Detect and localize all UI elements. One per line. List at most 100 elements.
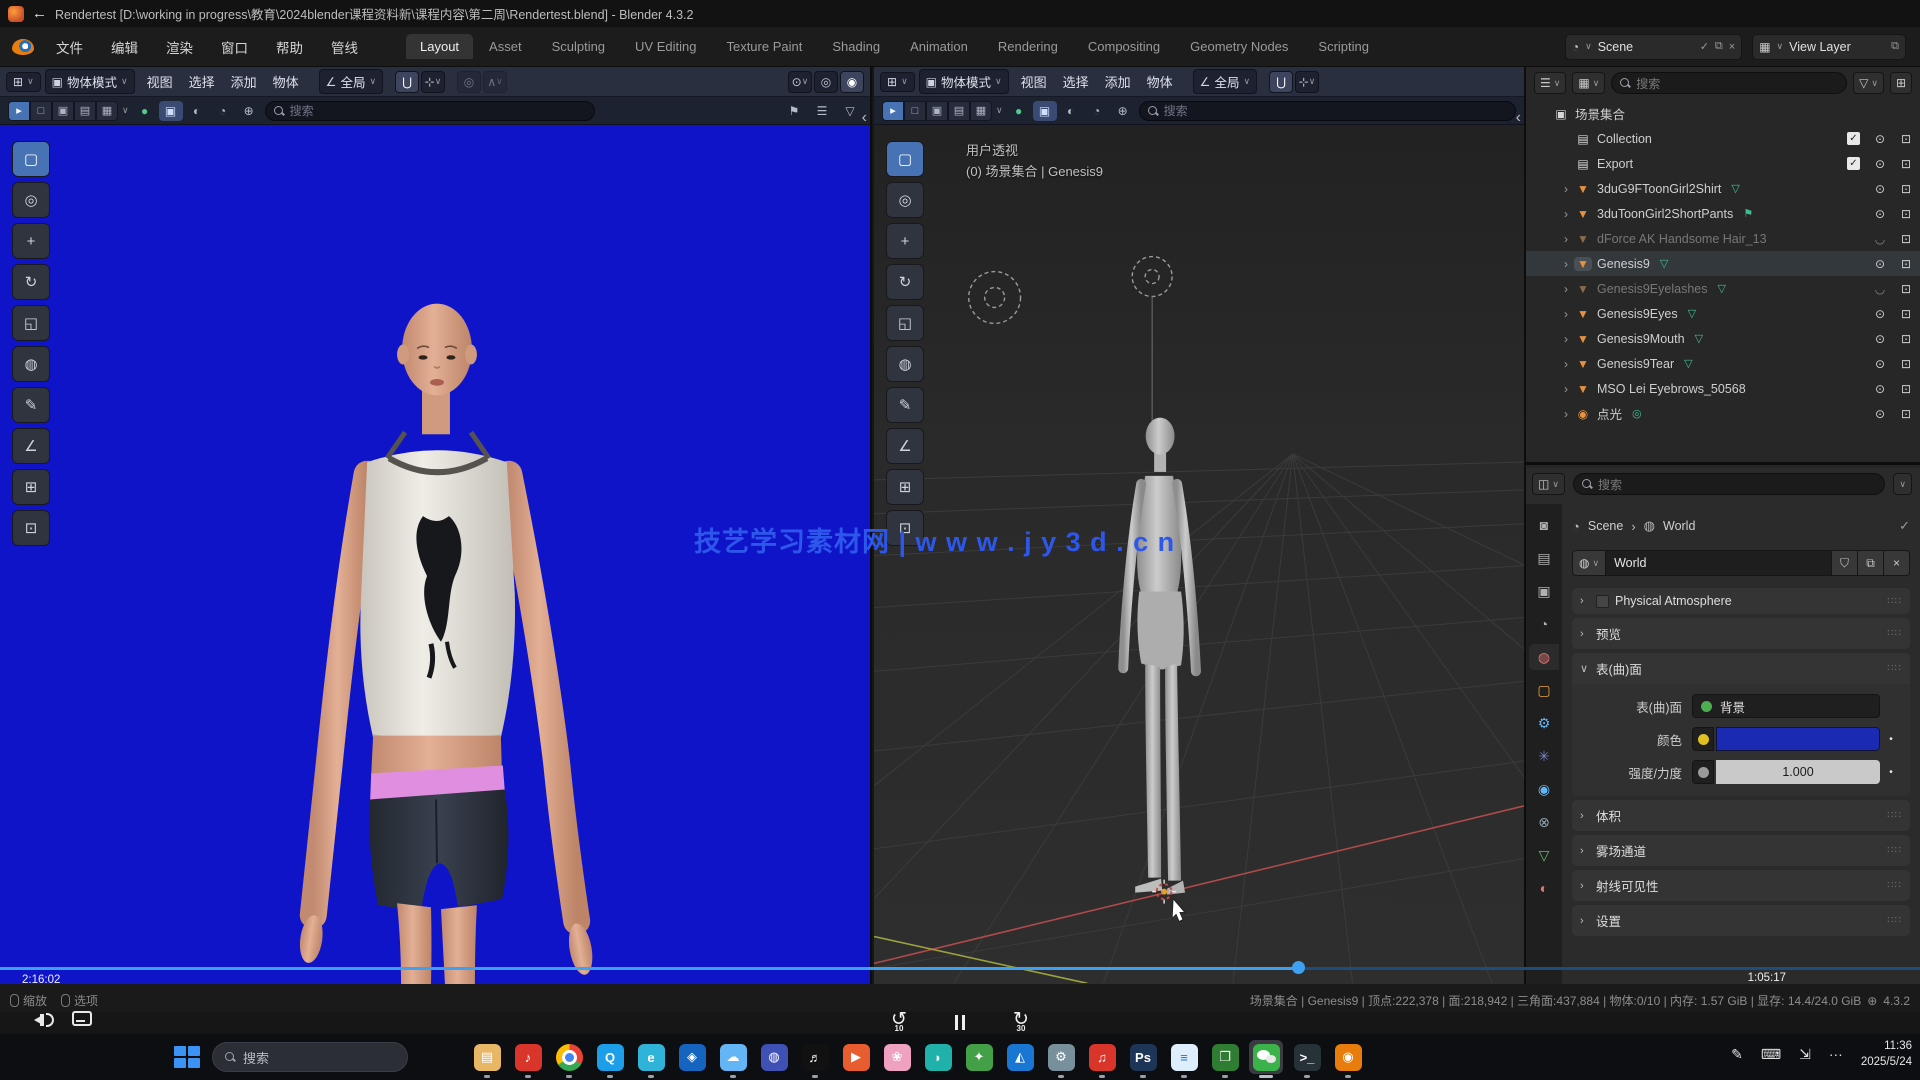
properties-tab-physics[interactable]: ◉	[1529, 776, 1559, 802]
strength-slider[interactable]: 1.000	[1716, 760, 1880, 784]
mode-dropdown[interactable]: ▣ 物体模式 ∨	[919, 69, 1009, 94]
color-swatch[interactable]	[1716, 727, 1880, 751]
scale-tool[interactable]: ◱	[12, 305, 50, 341]
panel-surface[interactable]: ∨ 表(曲)面 ∷∷	[1572, 653, 1910, 684]
surface-shader-field[interactable]: 背景	[1692, 694, 1880, 718]
hide-eye-icon[interactable]: ◡	[1872, 282, 1888, 296]
outliner-row[interactable]: › ▼ MSO Lei Eyebrows_50568 ⊙ ⊡	[1526, 376, 1920, 401]
render-visibility-icon[interactable]: ⊡	[1898, 407, 1914, 421]
tab-compositing[interactable]: Compositing	[1074, 34, 1174, 59]
taskbar-app-netease-music[interactable]: ♪	[511, 1040, 545, 1074]
object-name[interactable]: 3duG9FToonGirl2Shirt	[1597, 182, 1721, 196]
display-mode-button[interactable]: ▦ ∨	[1572, 72, 1605, 94]
fake-user-button[interactable]: ⛉	[1832, 550, 1858, 576]
render-visibility-icon[interactable]: ⊡	[1898, 382, 1914, 396]
expand-icon[interactable]: ›	[1558, 207, 1574, 221]
taskbar-app-netease-music-2[interactable]: ♫	[1085, 1040, 1119, 1074]
visibility-dropdown[interactable]: ⊙∨	[788, 71, 812, 93]
atmosphere-checkbox[interactable]	[1596, 595, 1609, 608]
viewport-menu-item[interactable]: 添加	[223, 70, 265, 93]
tab-uv-editing[interactable]: UV Editing	[621, 34, 710, 59]
shading-rendered-button[interactable]: ◉	[840, 71, 864, 93]
object-name[interactable]: Genesis9Tear	[1597, 357, 1674, 371]
hide-eye-icon[interactable]: ⊙	[1872, 382, 1888, 396]
taskbar-app-photoshop[interactable]: Ps	[1126, 1040, 1160, 1074]
render-visibility-icon[interactable]: ⊡	[1898, 357, 1914, 371]
taskbar-app-app-pink[interactable]: ❀	[880, 1040, 914, 1074]
select-mode-button[interactable]: ▦	[96, 101, 118, 121]
new-layer-icon[interactable]: ⧉	[1891, 40, 1899, 53]
taskbar-app-app-teal[interactable]: ◗	[921, 1040, 955, 1074]
proportional-edit-toggle[interactable]: ◎	[457, 71, 481, 93]
duplicate-tool[interactable]: ⊡	[12, 510, 50, 546]
properties-editor-type-button[interactable]: ◫ ∨	[1532, 473, 1565, 495]
viewport-menu-item[interactable]: 物体	[265, 70, 307, 93]
select-mode-button[interactable]: ▸	[8, 101, 30, 121]
properties-tab-constraints[interactable]: ⊗	[1529, 809, 1559, 835]
taskbar-app-blender[interactable]: ◉	[1331, 1040, 1365, 1074]
include-checkbox[interactable]: ✓	[1847, 157, 1860, 170]
orientation-dropdown[interactable]: ∠ 全局 ∨	[1193, 69, 1257, 94]
tab-asset[interactable]: Asset	[475, 34, 536, 59]
snap-target-dropdown[interactable]: ⊹∨	[421, 71, 445, 93]
viewport-menu-item[interactable]: 选择	[1055, 70, 1097, 93]
snap-target-dropdown[interactable]: ⊹∨	[1295, 71, 1319, 93]
shading-wireframe-button[interactable]: ◎	[814, 71, 838, 93]
keyframe-dot[interactable]: •	[1886, 767, 1896, 778]
select-mode-button[interactable]: □	[30, 101, 52, 121]
viewport-menu-item[interactable]: 添加	[1097, 70, 1139, 93]
object-name[interactable]: Export	[1597, 157, 1633, 171]
taskbar-app-app-blue-dark[interactable]: ◈	[675, 1040, 709, 1074]
taskbar-app-cloud-drive[interactable]: ☁	[716, 1040, 750, 1074]
filter-icon[interactable]: ▽	[838, 101, 862, 121]
select-mode-button[interactable]: □	[904, 101, 926, 121]
menu-4[interactable]: 帮助	[264, 33, 315, 61]
drag-dots-icon[interactable]: ∷∷	[1887, 880, 1902, 891]
hide-eye-icon[interactable]: ⊙	[1872, 132, 1888, 146]
select-mode-button[interactable]: ▸	[882, 101, 904, 121]
bookmark-icon[interactable]: ⚑	[782, 101, 806, 121]
menu-3[interactable]: 窗口	[209, 33, 260, 61]
select-mode-button[interactable]: ▣	[926, 101, 948, 121]
active-tool-icon[interactable]: ▣	[1033, 101, 1057, 121]
expand-icon[interactable]: ›	[1558, 257, 1574, 271]
matcap-icon[interactable]: ◔	[211, 101, 235, 121]
list-icon[interactable]: ☰	[810, 101, 834, 121]
taskbar-app-wechat[interactable]	[1249, 1040, 1283, 1074]
outliner-row[interactable]: › ▼ Genesis9Tear ▽ ⊙ ⊡	[1526, 351, 1920, 376]
panel-ray-visibility[interactable]: › 射线可见性 ∷∷	[1572, 870, 1910, 901]
select-box-tool[interactable]: ▢	[886, 141, 924, 177]
overflow-icon[interactable]: ···	[1829, 1046, 1843, 1062]
taskbar-app-app-green[interactable]: ✦	[962, 1040, 996, 1074]
axis-icon[interactable]: ⊕	[1111, 101, 1135, 121]
hide-eye-icon[interactable]: ◡	[1872, 232, 1888, 246]
volume-icon[interactable]	[34, 1012, 56, 1028]
outliner-row[interactable]: › ▼ Genesis9Mouth ▽ ⊙ ⊡	[1526, 326, 1920, 351]
close-icon[interactable]: ×	[1729, 41, 1735, 53]
hide-eye-icon[interactable]: ⊙	[1872, 357, 1888, 371]
select-box-tool[interactable]: ▢	[12, 141, 50, 177]
menu-5[interactable]: 管线	[319, 33, 370, 61]
subtitle-icon[interactable]	[72, 1011, 92, 1026]
rewind-10-button[interactable]: ↺ 10	[887, 1008, 911, 1032]
measure-tool[interactable]: ∠	[12, 428, 50, 464]
expand-icon[interactable]: ›	[1558, 232, 1574, 246]
taskbar-app-settings[interactable]: ⚙	[1044, 1040, 1078, 1074]
pin-icon[interactable]: ✓	[1700, 40, 1709, 53]
object-name[interactable]: Genesis9Eyelashes	[1597, 282, 1707, 296]
active-tool-icon[interactable]: ▣	[159, 101, 183, 121]
cursor-tool[interactable]: ◎	[886, 182, 924, 218]
render-visibility-icon[interactable]: ⊡	[1898, 282, 1914, 296]
drag-dots-icon[interactable]: ∷∷	[1887, 915, 1902, 926]
properties-tab-object[interactable]: ▢	[1529, 677, 1559, 703]
outliner-row[interactable]: › ▼ Genesis9Eyes ▽ ⊙ ⊡	[1526, 301, 1920, 326]
taskbar-app-chrome[interactable]	[552, 1040, 586, 1074]
axis-icon[interactable]: ⊕	[237, 101, 261, 121]
taskbar-app-remote-desktop[interactable]: ❐	[1208, 1040, 1242, 1074]
object-name[interactable]: Collection	[1597, 132, 1652, 146]
outliner-row[interactable]: › ▼ Genesis9Eyelashes ▽ ◡ ⊡	[1526, 276, 1920, 301]
move-tool[interactable]: +	[886, 223, 924, 259]
include-checkbox[interactable]: ✓	[1847, 132, 1860, 145]
scale-tool[interactable]: ◱	[886, 305, 924, 341]
menu-1[interactable]: 编辑	[99, 33, 150, 61]
